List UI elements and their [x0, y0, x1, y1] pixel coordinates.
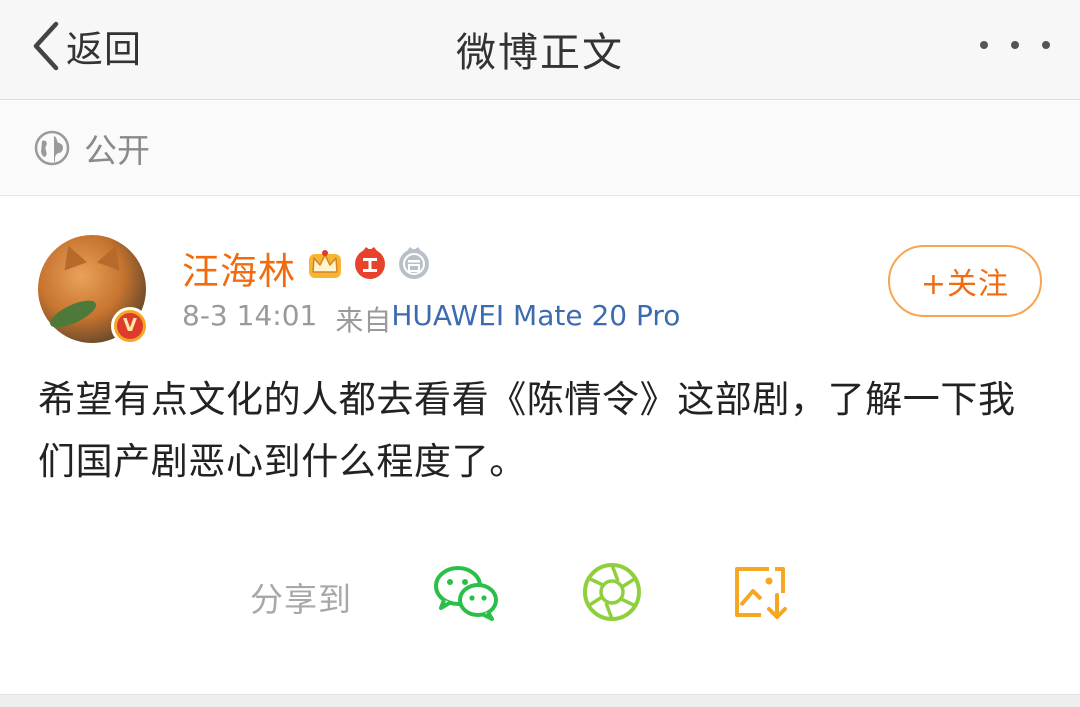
author-badges — [306, 245, 432, 281]
more-dot-icon — [980, 41, 988, 49]
post-source-device[interactable]: HUAWEI Mate 20 Pro — [391, 299, 680, 339]
post-meta: 8-3 14:01 来自 HUAWEI Mate 20 Pro — [182, 299, 680, 339]
globe-icon — [34, 130, 70, 166]
avatar-ear — [96, 241, 128, 271]
avatar-leaf — [46, 295, 100, 333]
wechat-icon[interactable] — [432, 562, 500, 628]
verified-badge-label: V — [117, 313, 143, 339]
answer-badge-icon[interactable] — [396, 245, 432, 281]
author-name[interactable]: 汪海林 — [182, 241, 296, 295]
visibility-row: 公开 — [0, 101, 1080, 196]
share-row: 分享到 — [250, 562, 352, 632]
share-label: 分享到 — [250, 580, 352, 619]
post-time: 8-3 14:01 — [182, 299, 318, 332]
verified-badge-icon: V — [111, 307, 149, 345]
save-image-icon[interactable] — [731, 563, 791, 627]
visibility-label: 公开 — [84, 131, 150, 170]
red-fan-badge-icon[interactable] — [352, 245, 388, 281]
moments-icon[interactable] — [581, 561, 643, 627]
post-source-prefix: 来自 — [335, 304, 392, 337]
bottom-divider — [0, 694, 1080, 707]
more-dot-icon — [1011, 41, 1019, 49]
crown-vip-icon[interactable] — [306, 246, 344, 280]
follow-label: +关注 — [920, 267, 1010, 302]
follow-button[interactable]: +关注 — [888, 245, 1042, 317]
page-title: 微博正文 — [456, 30, 624, 76]
top-nav-bar: 返回 微博正文 — [0, 0, 1080, 100]
weibo-post: V 汪海林 8-3 14:01 来自 HUAWEI Mate 20 Pro +关… — [0, 197, 1080, 694]
avatar-ear — [56, 241, 88, 271]
post-text: 希望有点文化的人都去看看《陈情令》这部剧，了解一下我们国产剧恶心到什么程度了。 — [38, 378, 1016, 483]
more-dot-icon — [1042, 41, 1050, 49]
more-options-button[interactable] — [980, 30, 1050, 60]
